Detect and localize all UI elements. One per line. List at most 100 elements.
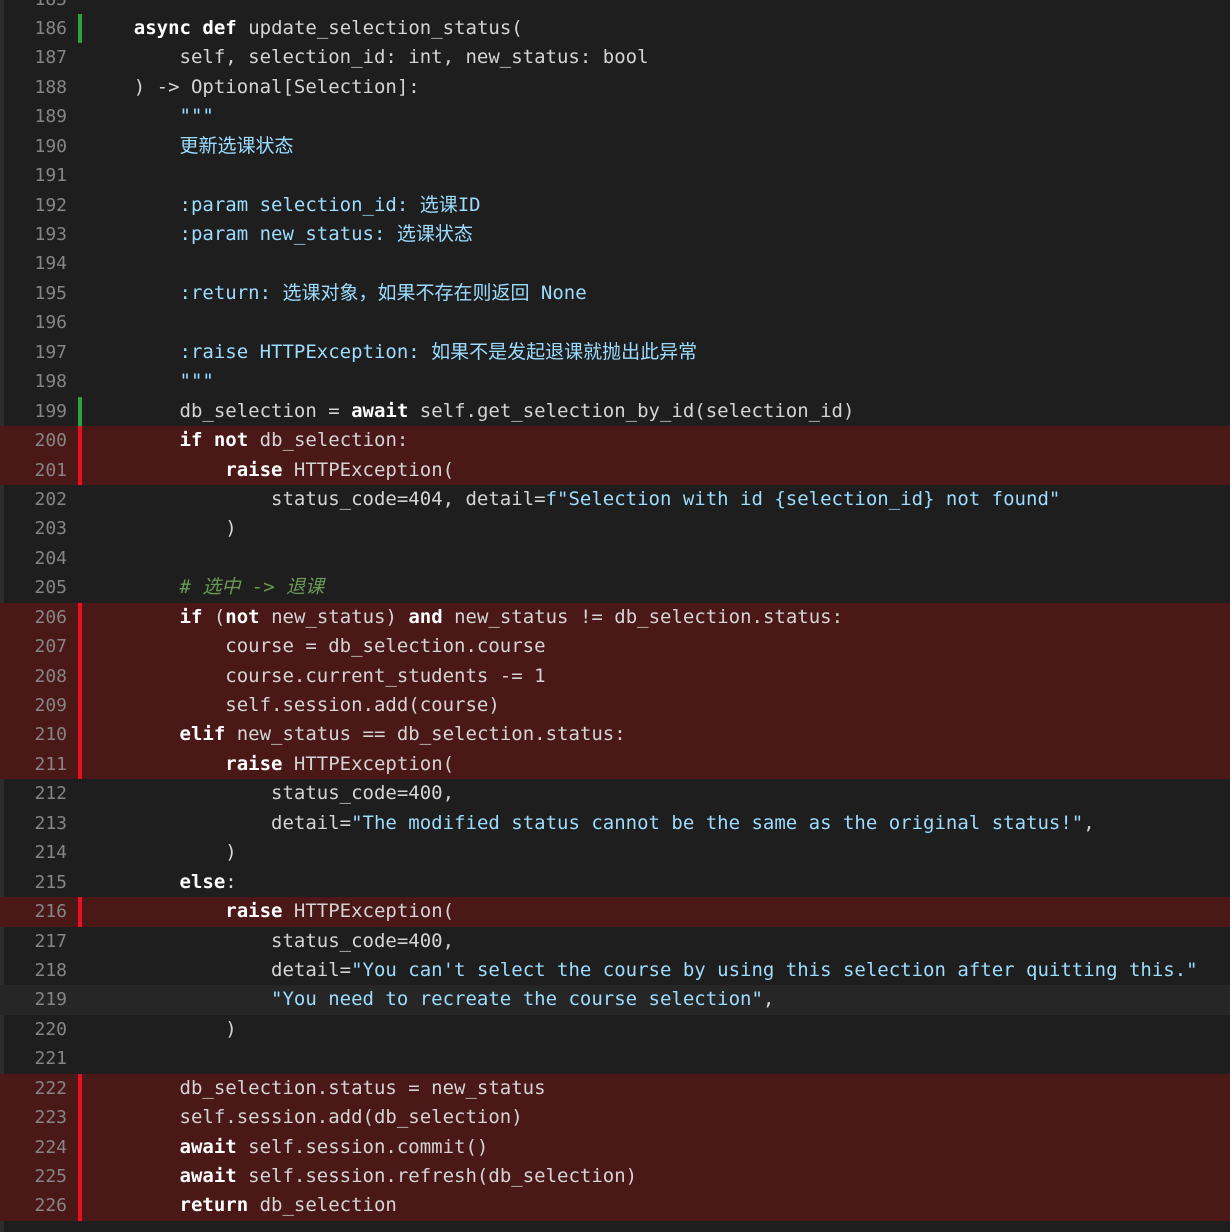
code-line[interactable]: 202 status_code=404, detail=f"Selection … [0, 485, 1230, 514]
line-number: 186 [34, 17, 67, 39]
code-line[interactable]: 221 [0, 1044, 1230, 1073]
gutter-deleted-marker[interactable] [78, 1162, 82, 1192]
gutter-deleted-marker[interactable] [78, 720, 82, 750]
gutter-deleted-marker[interactable] [78, 691, 82, 721]
gutter-deleted-marker[interactable] [78, 602, 82, 633]
code-area[interactable]: 185186 async def update_selection_status… [0, 0, 1230, 1221]
code-token: self.session.add(db_selection) [88, 1106, 523, 1129]
code-line[interactable]: 219 "You need to recreate the course sel… [0, 985, 1230, 1015]
code-token: "You need to recreate the course selecti… [271, 988, 763, 1011]
code-line[interactable]: 222 db_selection.status = new_status [0, 1073, 1230, 1104]
line-code: raise HTTPException( [88, 750, 454, 779]
line-number: 215 [34, 871, 67, 893]
code-token: , [762, 988, 775, 1011]
code-line[interactable]: 214 ) [0, 838, 1230, 867]
code-token: return [179, 1194, 249, 1217]
line-code: async def update_selection_status( [88, 14, 523, 43]
code-line[interactable]: 196 [0, 308, 1230, 337]
code-token: :raise HTTPException: 如果不是发起退课就抛出此异常 [88, 340, 698, 363]
code-token: "You can't select the course by using th… [351, 958, 1198, 981]
code-line[interactable]: 187 self, selection_id: int, new_status:… [0, 43, 1230, 72]
code-line[interactable]: 208 course.current_students -= 1 [0, 661, 1230, 691]
line-number: 207 [34, 636, 67, 658]
code-token: :param selection_id: 选课ID [88, 193, 481, 216]
gutter-deleted-marker[interactable] [78, 455, 82, 485]
code-line[interactable]: 186 async def update_selection_status( [0, 13, 1230, 44]
line-number: 201 [34, 459, 67, 481]
line-code: course.current_students -= 1 [88, 662, 545, 691]
gutter-deleted-marker[interactable] [78, 749, 82, 780]
code-line[interactable]: 215 else: [0, 868, 1230, 897]
code-line[interactable]: 188 ) -> Optional[Selection]: [0, 73, 1230, 102]
code-line[interactable]: 217 status_code=400, [0, 927, 1230, 956]
line-code: # 选中 -> 退课 [88, 573, 325, 602]
code-line[interactable]: 224 await self.session.commit() [0, 1132, 1230, 1162]
code-token: HTTPException( [282, 900, 455, 923]
code-token: :param new_status: 选课状态 [88, 223, 473, 245]
code-line[interactable]: 190 更新选课状态 [0, 132, 1230, 161]
gutter-deleted-marker[interactable] [78, 1073, 82, 1104]
gutter-added-marker[interactable] [78, 13, 82, 44]
code-line[interactable]: 216 raise HTTPException( [0, 897, 1230, 927]
gutter-deleted-marker[interactable] [78, 1103, 82, 1133]
code-line[interactable]: 192 :param selection_id: 选课ID [0, 191, 1230, 220]
line-number: 189 [34, 106, 67, 128]
code-line[interactable]: 207 course = db_selection.course [0, 632, 1230, 662]
code-line[interactable]: 195 :return: 选课对象，如果不存在则返回 None [0, 279, 1230, 308]
line-number: 190 [34, 135, 67, 157]
code-line[interactable]: 209 self.session.add(course) [0, 691, 1230, 721]
line-code: status_code=404, detail=f"Selection with… [88, 485, 1060, 514]
code-token: status_code=400, [88, 782, 455, 805]
line-number: 187 [34, 47, 67, 69]
code-line[interactable]: 204 [0, 544, 1230, 573]
code-line[interactable]: 211 raise HTTPException( [0, 749, 1230, 780]
gutter-deleted-marker[interactable] [78, 661, 82, 691]
code-line[interactable]: 191 [0, 161, 1230, 190]
code-token: db_selection: [248, 429, 409, 452]
line-code: ) [88, 838, 236, 867]
code-editor[interactable]: 185186 async def update_selection_status… [0, 0, 1230, 1232]
gutter-deleted-marker[interactable] [78, 897, 82, 927]
code-line[interactable]: 197 :raise HTTPException: 如果不是发起退课就抛出此异常 [0, 338, 1230, 367]
code-token: course = db_selection.course [88, 635, 546, 658]
code-line[interactable]: 226 return db_selection [0, 1191, 1230, 1221]
code-line[interactable]: 193 :param new_status: 选课状态 [0, 220, 1230, 249]
code-line[interactable]: 213 detail="The modified status cannot b… [0, 809, 1230, 838]
code-line[interactable]: 225 await self.session.refresh(db_select… [0, 1162, 1230, 1192]
code-token: :return: 选课对象，如果不存在则返回 None [88, 281, 587, 304]
gutter-deleted-marker[interactable] [78, 1132, 82, 1162]
line-number: 223 [34, 1107, 67, 1129]
line-number: 185 [0, 0, 67, 14]
code-line[interactable]: 199 db_selection = await self.get_select… [0, 396, 1230, 427]
gutter-deleted-marker[interactable] [78, 1191, 82, 1221]
code-line[interactable]: 185 [0, 0, 1230, 14]
code-token: HTTPException( [282, 458, 455, 481]
code-line[interactable]: 212 status_code=400, [0, 779, 1230, 808]
code-line[interactable]: 220 ) [0, 1015, 1230, 1044]
code-line[interactable]: 218 detail="You can't select the course … [0, 956, 1230, 985]
code-token: ( [202, 605, 226, 628]
gutter-deleted-marker[interactable] [78, 632, 82, 662]
code-line[interactable]: 206 if (not new_status) and new_status !… [0, 602, 1230, 633]
code-token: await [179, 1165, 237, 1187]
code-token: """ [88, 370, 214, 393]
code-token: HTTPException( [282, 752, 455, 775]
gutter-deleted-marker[interactable] [78, 426, 82, 456]
code-line[interactable]: 205 # 选中 -> 退课 [0, 573, 1230, 602]
line-code: :return: 选课对象，如果不存在则返回 None [88, 279, 587, 308]
code-line[interactable]: 210 elif new_status == db_selection.stat… [0, 720, 1230, 750]
code-line[interactable]: 201 raise HTTPException( [0, 455, 1230, 485]
code-line[interactable]: 198 """ [0, 367, 1230, 396]
code-line[interactable]: 203 ) [0, 514, 1230, 543]
code-line[interactable]: 200 if not db_selection: [0, 426, 1230, 456]
code-line[interactable]: 223 self.session.add(db_selection) [0, 1103, 1230, 1133]
code-line[interactable]: 189 """ [0, 102, 1230, 131]
gutter-added-marker[interactable] [78, 396, 82, 427]
code-line[interactable]: 194 [0, 249, 1230, 278]
line-number: 221 [34, 1048, 67, 1070]
line-code: else: [88, 868, 237, 897]
